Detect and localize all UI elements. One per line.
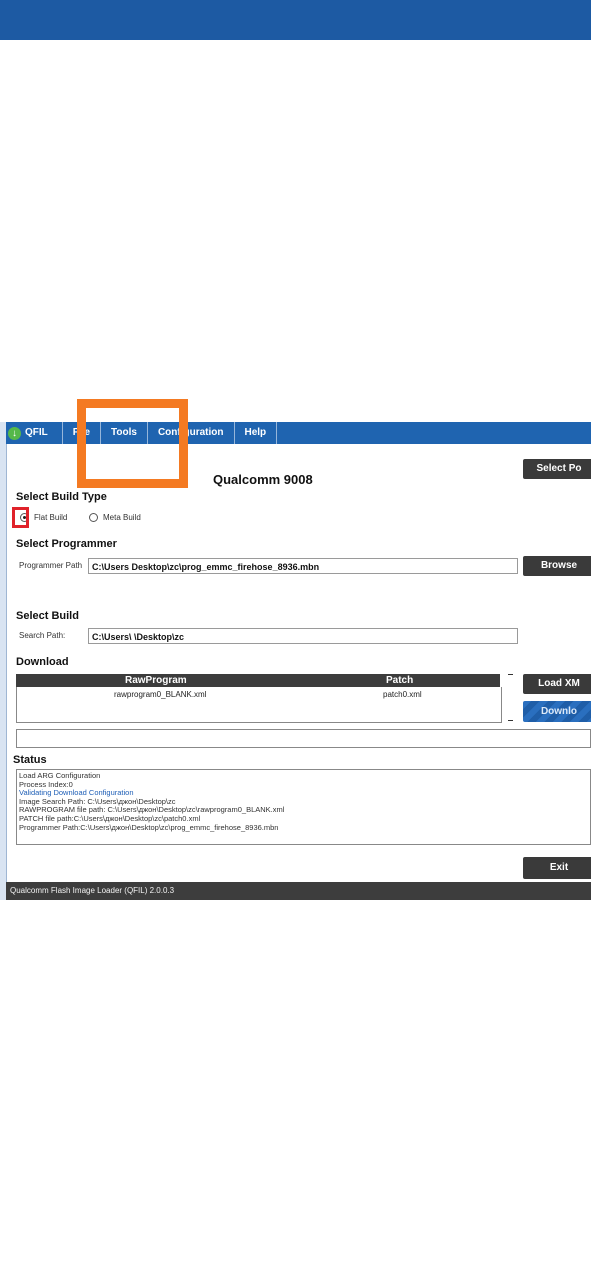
exit-button[interactable]: Exit	[523, 857, 591, 879]
orange-highlight-box	[77, 399, 188, 488]
status-log: Load ARG Configuration Process Index:0 V…	[16, 769, 591, 845]
select-build-title: Select Build	[16, 610, 79, 622]
red-highlight-box	[12, 507, 29, 528]
background-window-edge	[0, 422, 7, 900]
download-button[interactable]: Downlo	[523, 701, 591, 722]
qfil-logo-icon: ↓	[8, 426, 21, 440]
meta-build-label: Meta Build	[103, 513, 141, 522]
menu-help[interactable]: Help	[235, 422, 278, 444]
programmer-path-label: Programmer Path	[19, 561, 83, 570]
load-xml-button[interactable]: Load XM	[523, 674, 591, 694]
patch-cell: patch0.xml	[383, 690, 422, 699]
download-table: rawprogram0_BLANK.xml patch0.xml	[16, 687, 502, 723]
status-line: Programmer Path:C:\Users\джон\Desktop\zc…	[19, 822, 279, 832]
table-dash-top	[508, 674, 513, 675]
rawprogram-cell: rawprogram0_BLANK.xml	[114, 690, 207, 699]
programmer-path-field[interactable]: C:\Users Desktop\zc\prog_emmc_firehose_8…	[88, 558, 518, 574]
flat-build-label: Flat Build	[34, 513, 68, 522]
build-type-title: Select Build Type	[16, 491, 107, 503]
status-title: Status	[13, 754, 47, 766]
column-rawprogram: RawProgram	[125, 675, 187, 686]
meta-build-radio[interactable]	[89, 513, 98, 522]
search-path-label: Search Path:	[19, 631, 66, 640]
progress-bar	[16, 729, 591, 748]
browse-button[interactable]: Browse	[523, 556, 591, 576]
select-port-button[interactable]: Select Po	[523, 459, 591, 479]
status-line: Load ARG Configuration	[19, 771, 101, 780]
table-row[interactable]: rawprogram0_BLANK.xml patch0.xml	[17, 690, 501, 700]
programmer-title: Select Programmer	[16, 538, 117, 550]
app-logo-menu[interactable]: ↓ QFIL	[6, 422, 63, 444]
column-patch: Patch	[386, 675, 414, 686]
search-path-field[interactable]: C:\Users\ \Desktop\zc	[88, 628, 518, 644]
download-title: Download	[16, 656, 69, 668]
status-footer: Qualcomm Flash Image Loader (QFIL) 2.0.0…	[6, 882, 591, 900]
top-blue-bar	[0, 0, 591, 40]
download-table-header: RawProgram Patch	[16, 674, 500, 687]
app-name: QFIL	[25, 427, 48, 438]
qfil-window: ↓ QFIL File Tools Configuration Help Qua…	[0, 422, 591, 900]
device-name: Qualcomm 9008	[213, 472, 313, 487]
table-dash-bottom	[508, 720, 513, 721]
